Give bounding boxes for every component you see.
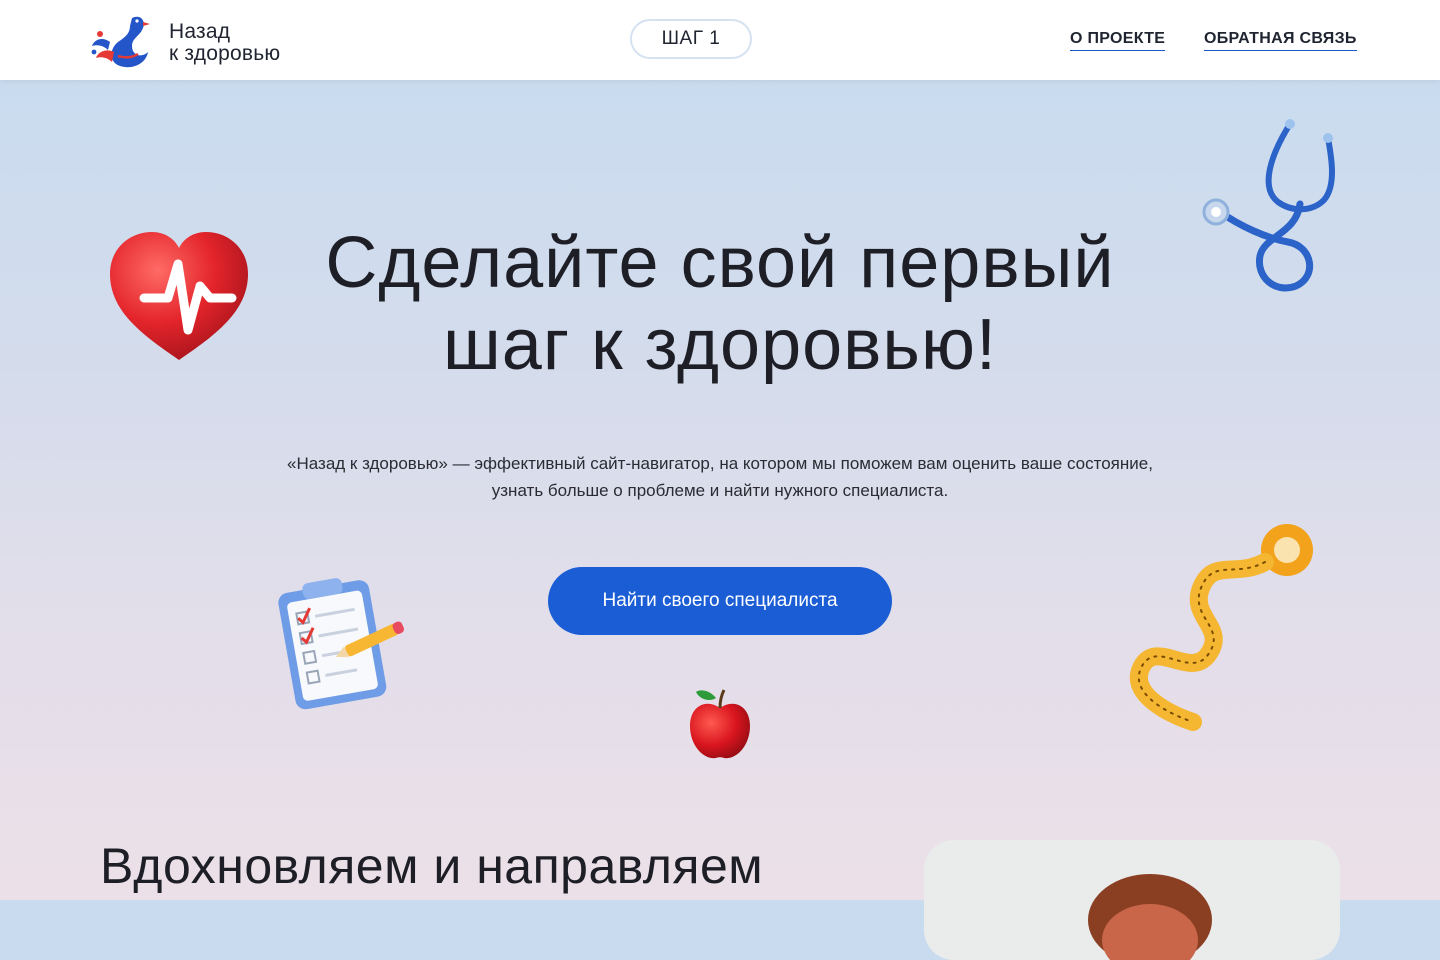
hero-title-line1: Сделайте свой первый [325,223,1115,303]
logo-text-line1: Назад [169,20,231,43]
doctor-photo [1088,874,1212,960]
logo-text-line2: к здоровью [169,42,281,65]
swan-logo-icon [91,16,150,68]
stethoscope-icon [1202,119,1335,292]
measuring-tape-icon [1129,524,1313,731]
logo-link[interactable]: Назад к здоровью [88,12,318,70]
find-specialist-button[interactable]: Найти своего специалиста [548,567,892,635]
clipboard-checklist-icon [278,578,405,710]
nav-link-feedback[interactable]: ОБРАТНАЯ СВЯЗЬ [1204,30,1357,51]
nav-link-about[interactable]: О ПРОЕКТЕ [1070,30,1166,51]
logo-text: Назад к здоровью [169,21,280,65]
section-title: Вдохновляем и направляем [100,838,764,894]
hero-description: «Назад к здоровью» — эффективный сайт-на… [287,454,1153,500]
apple-icon [690,689,750,759]
doctor-photo-card [924,840,1340,960]
site-header: Назад к здоровью ШАГ 1 О ПРОЕКТЕ ОБРАТНА… [0,0,1440,80]
hero-title: Сделайте свой первый шаг к здоровью! [220,222,1220,386]
step-badge: ШАГ 1 [630,19,752,59]
hero-title-line2: шаг к здоровью! [443,305,997,385]
